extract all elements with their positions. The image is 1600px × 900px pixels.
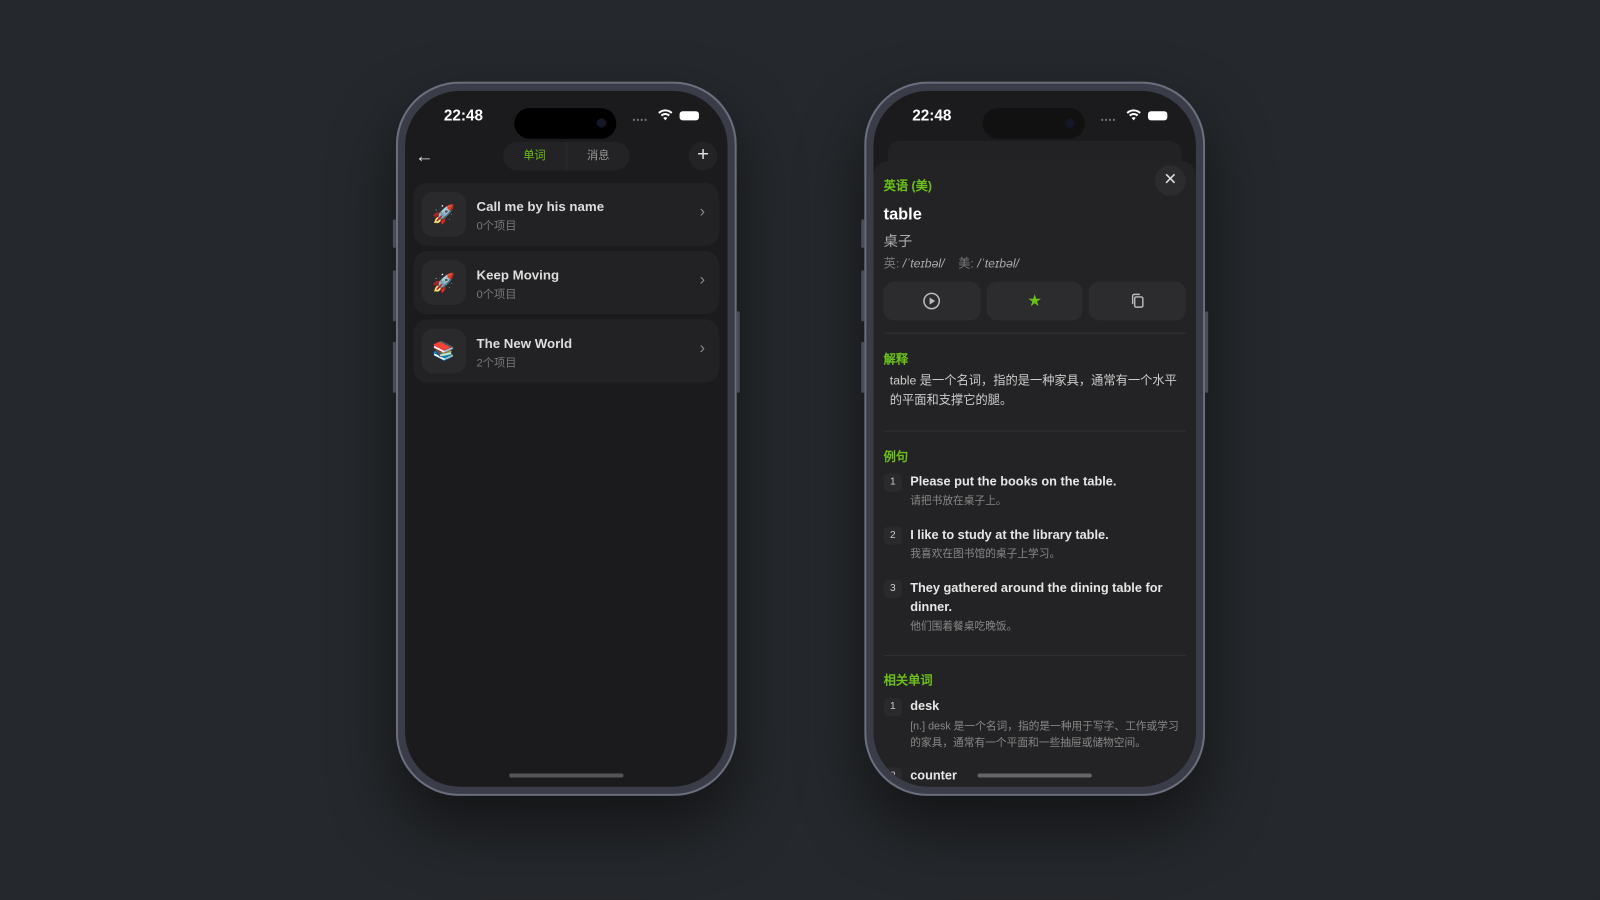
example-number: 2 xyxy=(883,526,903,545)
example-number: 3 xyxy=(883,579,903,598)
collection-list: 🚀 Call me by his name 0个项目 › 🚀 Keep Movi… xyxy=(413,182,720,388)
language-label: 英语 (美) xyxy=(883,178,932,193)
example-chinese: 他们围着餐桌吃晚饭。 xyxy=(910,620,1018,633)
dynamic-island xyxy=(514,108,617,139)
related-item[interactable]: 1 desk [n.] desk 是一个名词，指的是一种用于写字、工作或学习的家… xyxy=(883,697,1186,751)
item-title: The New World xyxy=(476,335,573,352)
definition-heading: 解释 xyxy=(883,352,909,367)
uk-label: 英: xyxy=(883,256,900,271)
chevron-right-icon: › xyxy=(699,203,706,221)
related-word: desk xyxy=(910,698,940,714)
related-description: [n.] desk 是一个名词，指的是一种用于写字、工作或学习的家具，通常有一个… xyxy=(910,720,1179,749)
example-item: 3 They gathered around the dining table … xyxy=(883,579,1186,635)
screen: 22:48 •••• 英语 (美) ✕ table 桌子 英: /ˈteɪbəl… xyxy=(873,90,1196,787)
screen: 22:48 •••• ← 单词 消息 + 🚀 Call me by his na… xyxy=(405,90,728,787)
chevron-right-icon: › xyxy=(699,271,706,289)
divider xyxy=(883,655,1186,657)
list-item[interactable]: 🚀 Keep Moving 0个项目 › xyxy=(413,251,720,315)
item-count: 0个项目 xyxy=(476,220,517,233)
nav-bar: ← 单词 消息 + xyxy=(405,141,727,173)
word-title: table xyxy=(883,206,922,224)
definition-text: table 是一个名词，指的是一种家具，通常有一个水平的平面和支撑它的腿。 xyxy=(889,373,1177,408)
phone-word-detail: 22:48 •••• 英语 (美) ✕ table 桌子 英: /ˈteɪbəl… xyxy=(861,81,1209,796)
status-time: 22:48 xyxy=(443,107,484,125)
status-bar: 22:48 •••• xyxy=(873,107,1195,139)
uk-phonetic: /ˈteɪbəl/ xyxy=(902,256,945,271)
example-item: 2 I like to study at the library table. … xyxy=(883,526,1186,563)
stage: 22:48 •••• ← 单词 消息 + 🚀 Call me by his na… xyxy=(0,0,1600,900)
divider xyxy=(883,332,1186,334)
us-label: 美: xyxy=(958,256,974,271)
tab-messages[interactable]: 消息 xyxy=(567,142,630,171)
star-icon: ★ xyxy=(1027,292,1043,311)
list-item[interactable]: 🚀 Call me by his name 0个项目 › xyxy=(413,182,720,246)
example-number: 1 xyxy=(883,473,903,492)
list-item[interactable]: 📚 The New World 2个项目 › xyxy=(413,319,720,383)
related-number: 2 xyxy=(883,767,903,786)
rocket-icon: 🚀 xyxy=(421,191,467,237)
item-title: Keep Moving xyxy=(476,267,560,283)
phonetics: 英: /ˈteɪbəl/ 美: /ˈteɪbəl/ xyxy=(884,254,1019,271)
item-count: 2个项目 xyxy=(476,357,517,370)
wifi-icon xyxy=(1126,109,1141,121)
example-english: They gathered around the dining table fo… xyxy=(910,580,1163,615)
example-english: I like to study at the library table. xyxy=(910,527,1109,542)
dynamic-island xyxy=(982,108,1085,139)
segmented-control: 单词 消息 xyxy=(503,141,630,171)
rocket-icon: 🚀 xyxy=(421,260,467,306)
add-button[interactable]: + xyxy=(688,141,718,171)
example-english: Please put the books on the table. xyxy=(910,474,1117,489)
action-buttons: ★ xyxy=(883,281,1186,321)
example-chinese: 我喜欢在图书馆的桌子上学习。 xyxy=(910,547,1061,561)
examples-heading: 例句 xyxy=(883,449,909,465)
favorite-button[interactable]: ★ xyxy=(986,281,1083,321)
chevron-right-icon: › xyxy=(699,339,706,358)
example-chinese: 请把书放在桌子上。 xyxy=(910,494,1007,508)
example-item: 1 Please put the books on the table. 请把书… xyxy=(883,472,1186,509)
home-indicator[interactable] xyxy=(509,773,624,778)
status-bar: 22:48 •••• xyxy=(405,107,727,139)
copy-icon xyxy=(1131,293,1144,308)
wifi-icon xyxy=(658,109,673,121)
word-detail-sheet: 英语 (美) ✕ table 桌子 英: /ˈteɪbəl/ 美: /ˈteɪb… xyxy=(873,161,1196,787)
signal-icon: •••• xyxy=(632,115,648,125)
related-number: 1 xyxy=(883,697,903,717)
item-count: 0个项目 xyxy=(476,288,517,302)
back-arrow-icon[interactable]: ← xyxy=(415,146,433,167)
us-phonetic: /ˈteɪbəl/ xyxy=(977,256,1020,271)
battery-icon xyxy=(679,111,699,121)
books-icon: 📚 xyxy=(421,328,467,374)
play-button[interactable] xyxy=(883,281,981,321)
divider xyxy=(883,430,1186,432)
tab-words[interactable]: 单词 xyxy=(503,141,567,171)
battery-icon xyxy=(1147,111,1168,121)
play-icon xyxy=(923,292,941,310)
item-title: Call me by his name xyxy=(476,198,605,215)
phone-list: 22:48 •••• ← 单词 消息 + 🚀 Call me by his na… xyxy=(392,81,740,796)
close-icon[interactable]: ✕ xyxy=(1155,165,1186,196)
word-meaning: 桌子 xyxy=(883,232,913,249)
copy-button[interactable] xyxy=(1089,281,1186,321)
status-time: 22:48 xyxy=(912,107,952,125)
home-indicator[interactable] xyxy=(977,773,1092,778)
related-heading: 相关单词 xyxy=(883,673,933,688)
signal-icon: •••• xyxy=(1100,115,1117,125)
